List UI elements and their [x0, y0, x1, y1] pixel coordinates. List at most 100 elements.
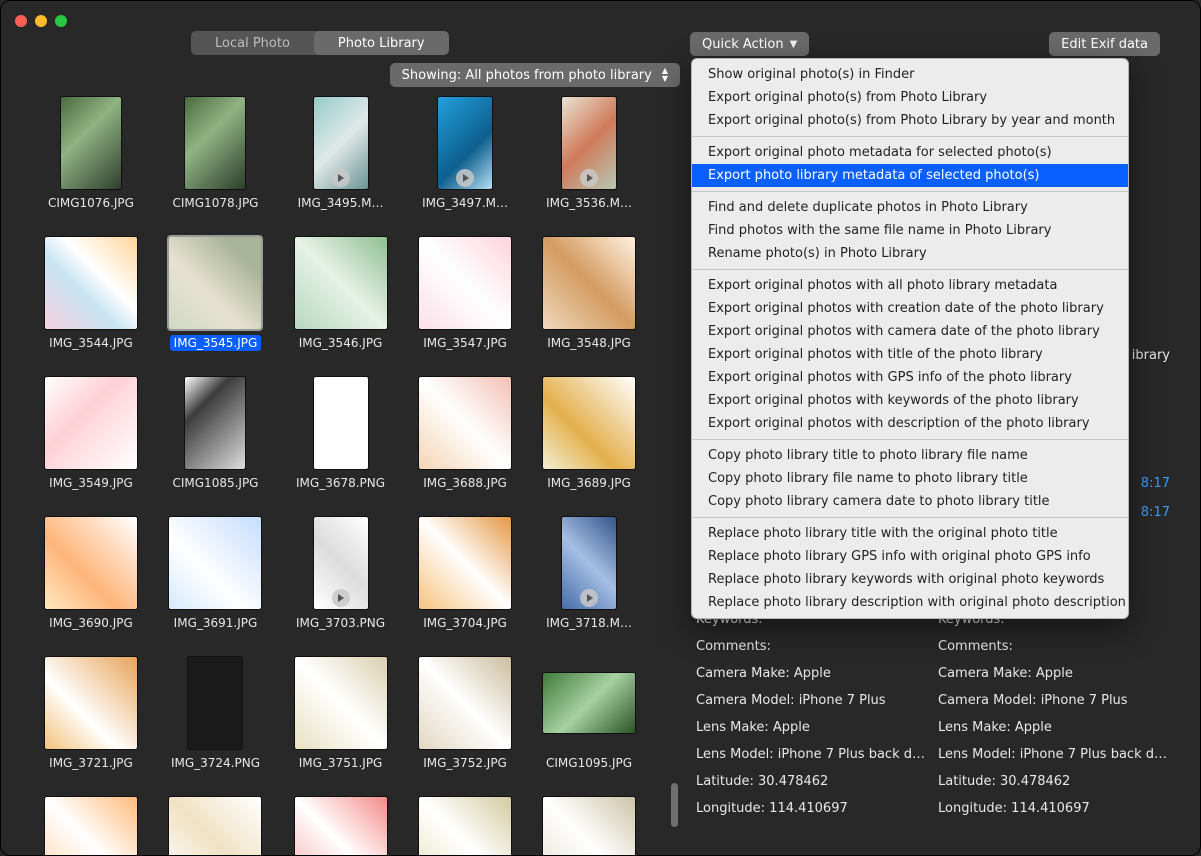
- thumbnail-cell[interactable]: IMG_3495.M…: [292, 91, 389, 223]
- thumbnail-wrap: [45, 231, 137, 335]
- menu-item[interactable]: Export original photo(s) from Photo Libr…: [692, 109, 1128, 132]
- filter-row: Showing: All photos from photo library ▲…: [390, 63, 680, 87]
- menu-item[interactable]: Export original photos with camera date …: [692, 320, 1128, 343]
- thumbnail-wrap: [419, 651, 511, 755]
- thumbnail-wrap: [543, 791, 635, 855]
- menu-item[interactable]: Export original photo metadata for selec…: [692, 141, 1128, 164]
- thumbnail-cell[interactable]: IMG_3678.PNG: [292, 371, 389, 503]
- meta-row-left: Lens Make: Apple: [696, 720, 928, 735]
- thumbnail-cell[interactable]: CIMG1095.JPG: [541, 651, 637, 783]
- meta-row-left: Camera Make: Apple: [696, 666, 928, 681]
- thumbnail-cell[interactable]: CIMG1085.JPG: [167, 371, 264, 503]
- thumbnail-filename: IMG_3495.M…: [294, 195, 388, 211]
- meta-row-right: Camera Model: iPhone 7 Plus: [938, 693, 1170, 708]
- thumbnail-cell[interactable]: IMG_3718.M…: [541, 511, 637, 643]
- menu-separator: [692, 136, 1128, 137]
- thumbnail-image: [543, 377, 635, 469]
- thumbnail-wrap: [419, 231, 511, 335]
- thumbnail-filename: IMG_3704.JPG: [419, 615, 511, 631]
- menu-item[interactable]: Export original photos with creation dat…: [692, 297, 1128, 320]
- thumbnail-cell[interactable]: IMG_3536.M…: [541, 91, 637, 223]
- menu-item[interactable]: Replace photo library description with o…: [692, 591, 1128, 614]
- edit-exif-button[interactable]: Edit Exif data: [1049, 32, 1160, 56]
- traffic-lights: [15, 15, 67, 27]
- thumbnail-image: [295, 657, 387, 749]
- thumbnail-image: [543, 797, 635, 855]
- thumbnail-wrap: [419, 511, 511, 615]
- thumbnail-wrap: [169, 511, 261, 615]
- thumbnail-cell[interactable]: IMG_3752.JPG: [417, 651, 513, 783]
- thumbnail-wrap: [188, 651, 242, 755]
- thumbnail-cell[interactable]: IMG_3724.PNG: [167, 651, 264, 783]
- thumbnail-cell[interactable]: IMG_3547.JPG: [417, 231, 513, 363]
- thumbnail-cell[interactable]: IMG_3691.JPG: [167, 511, 264, 643]
- menu-item[interactable]: Export original photos with GPS info of …: [692, 366, 1128, 389]
- thumbnail-cell[interactable]: IMG_3758.JPG: [417, 791, 513, 855]
- menu-item[interactable]: Export original photos with keywords of …: [692, 389, 1128, 412]
- menu-item[interactable]: Export original photo(s) from Photo Libr…: [692, 86, 1128, 109]
- quick-action-button[interactable]: Quick Action ▼: [690, 32, 809, 56]
- thumbnail-image: [45, 797, 137, 855]
- zoom-window-button[interactable]: [55, 15, 67, 27]
- menu-item[interactable]: Export original photos with title of the…: [692, 343, 1128, 366]
- menu-separator: [692, 191, 1128, 192]
- menu-item[interactable]: Replace photo library keywords with orig…: [692, 568, 1128, 591]
- thumbnail-image: [419, 377, 511, 469]
- thumbnail-wrap: [61, 91, 121, 195]
- thumbnail-cell[interactable]: IMG_3751.JPG: [292, 651, 389, 783]
- tab-photo-library[interactable]: Photo Library: [314, 31, 449, 55]
- thumbnail-cell[interactable]: IMG_3548.JPG: [541, 231, 637, 363]
- menu-item[interactable]: Show original photo(s) in Finder: [692, 63, 1128, 86]
- minimize-window-button[interactable]: [35, 15, 47, 27]
- thumbnail-wrap: [314, 371, 368, 475]
- thumbnail-image: [543, 673, 635, 733]
- thumbnail-cell[interactable]: CIMG1076.JPG: [43, 91, 139, 223]
- menu-item[interactable]: Copy photo library title to photo librar…: [692, 444, 1128, 467]
- menu-item[interactable]: Copy photo library file name to photo li…: [692, 467, 1128, 490]
- thumbnail-image: [185, 97, 245, 189]
- thumbnail-image: [419, 657, 511, 749]
- chevron-down-icon: ▼: [790, 39, 798, 50]
- menu-item[interactable]: Export photo library metadata of selecte…: [692, 164, 1128, 187]
- thumbnail-wrap: [295, 651, 387, 755]
- menu-item[interactable]: Replace photo library GPS info with orig…: [692, 545, 1128, 568]
- thumbnail-cell[interactable]: IMG_3704.JPG: [417, 511, 513, 643]
- close-window-button[interactable]: [15, 15, 27, 27]
- thumbnail-cell[interactable]: IMG_3497.M…: [417, 91, 513, 223]
- thumbnail-wrap: [45, 511, 137, 615]
- thumbnail-image: [169, 797, 261, 855]
- thumbnail-image: [314, 377, 368, 469]
- thumbnail-wrap: [169, 231, 261, 335]
- meta-row-right: Comments:: [938, 639, 1170, 654]
- thumbnail-cell[interactable]: IMG_3757.JPG: [292, 791, 389, 855]
- tab-local-photo[interactable]: Local Photo: [191, 31, 314, 55]
- thumbnail-cell[interactable]: IMG_3546.JPG: [292, 231, 389, 363]
- thumbnail-cell[interactable]: IMG_3690.JPG: [43, 511, 139, 643]
- thumbnail-cell[interactable]: IMG_3756.JPG: [167, 791, 264, 855]
- play-icon: [580, 169, 598, 187]
- thumbnail-filename: CIMG1076.JPG: [44, 195, 138, 211]
- menu-item[interactable]: Copy photo library camera date to photo …: [692, 490, 1128, 513]
- menu-item[interactable]: Export original photos with description …: [692, 412, 1128, 435]
- vertical-scrollbar-thumb[interactable]: [671, 783, 678, 827]
- menu-item[interactable]: Find photos with the same file name in P…: [692, 219, 1128, 242]
- thumbnail-cell[interactable]: IMG_3689.JPG: [541, 371, 637, 503]
- thumbnail-cell[interactable]: IMG_3721.JPG: [43, 651, 139, 783]
- thumbnail-cell[interactable]: IMG_3703.PNG: [292, 511, 389, 643]
- thumbnail-cell[interactable]: CIMG1078.JPG: [167, 91, 264, 223]
- thumbnail-cell[interactable]: IMG_3545.JPG: [167, 231, 264, 363]
- thumbnail-image: [45, 237, 137, 329]
- thumbnail-cell[interactable]: IMG_3688.JPG: [417, 371, 513, 503]
- filter-button[interactable]: Showing: All photos from photo library ▲…: [390, 63, 680, 87]
- menu-item[interactable]: Find and delete duplicate photos in Phot…: [692, 196, 1128, 219]
- thumbnail-cell[interactable]: IMG_3549.JPG: [43, 371, 139, 503]
- thumbnail-cell[interactable]: IMG_3544.JPG: [43, 231, 139, 363]
- menu-item[interactable]: Rename photo(s) in Photo Library: [692, 242, 1128, 265]
- thumbnail-wrap: [419, 791, 511, 855]
- play-icon: [332, 589, 350, 607]
- menu-item[interactable]: Replace photo library title with the ori…: [692, 522, 1128, 545]
- thumbnail-cell[interactable]: IMG_3759.JPG: [541, 791, 637, 855]
- thumbnail-cell[interactable]: IMG_3755.JPG: [43, 791, 139, 855]
- menu-item[interactable]: Export original photos with all photo li…: [692, 274, 1128, 297]
- toolbar: Local Photo Photo Library Quick Action ▼…: [1, 31, 1200, 57]
